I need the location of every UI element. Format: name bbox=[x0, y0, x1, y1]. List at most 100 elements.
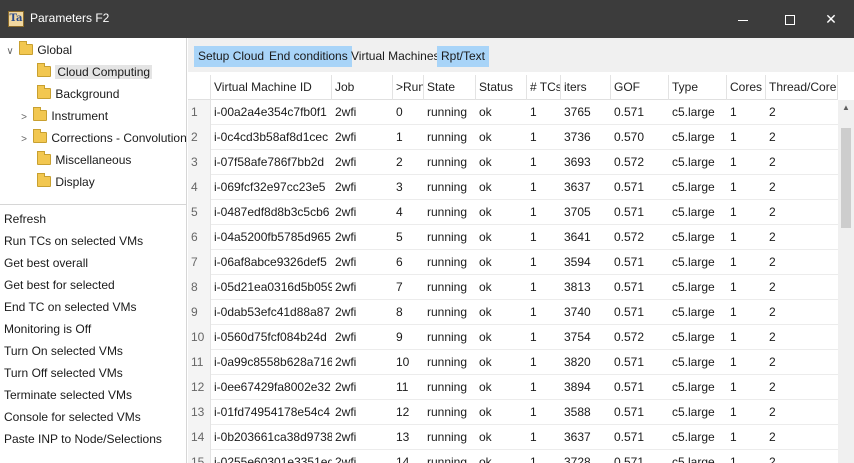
maximize-button[interactable] bbox=[767, 0, 813, 38]
tree-node-corrections[interactable]: > Corrections - Convolution bbox=[18, 128, 187, 148]
column-header-run[interactable]: >Run # bbox=[393, 75, 424, 100]
row-number[interactable]: 7 bbox=[188, 250, 211, 275]
folder-icon bbox=[37, 63, 52, 77]
status-cell: ok bbox=[479, 355, 492, 369]
chevron-down-icon[interactable]: ∨ bbox=[4, 42, 16, 62]
table-row[interactable]: 7 i-06af8abce9326def5 2wfi 6 running ok 1 3594 0… bbox=[188, 250, 838, 275]
tree-node-global[interactable]: ∨ Global bbox=[4, 40, 72, 60]
status-cell: ok bbox=[479, 455, 492, 463]
row-number[interactable]: 3 bbox=[188, 150, 211, 175]
tree-node-label: Instrument bbox=[51, 109, 109, 123]
column-header-rownum[interactable] bbox=[188, 75, 211, 100]
tree-node-instrument[interactable]: > Instrument bbox=[18, 106, 108, 126]
table-row[interactable]: 4 i-069fcf32e97cc23e5 2wfi 3 running ok 1 3637 0… bbox=[188, 175, 838, 200]
column-header-job[interactable]: Job bbox=[332, 75, 393, 100]
row-number[interactable]: 10 bbox=[188, 325, 211, 350]
column-header-type[interactable]: Type bbox=[669, 75, 727, 100]
table-row[interactable]: 3 i-07f58afe786f7bb2d 2wfi 2 running ok 1 3693 0… bbox=[188, 150, 838, 175]
tree-node-cloud-computing[interactable]: Cloud Computing bbox=[22, 62, 153, 82]
row-number[interactable]: 13 bbox=[188, 400, 211, 425]
table-row[interactable]: 6 i-04a5200fb5785d965 2wfi 5 running ok 1 3641 0… bbox=[188, 225, 838, 250]
row-number[interactable]: 2 bbox=[188, 125, 211, 150]
vm-id-cell: i-0255e60301e3351ed bbox=[214, 455, 332, 463]
gof-cell: 0.570 bbox=[614, 130, 645, 144]
gof-cell: 0.571 bbox=[614, 105, 645, 119]
column-header-thread-core[interactable]: Thread/Core bbox=[766, 75, 838, 100]
row-number[interactable]: 15 bbox=[188, 450, 211, 463]
row-number[interactable]: 1 bbox=[188, 100, 211, 125]
close-button[interactable]: ✕ bbox=[808, 0, 854, 38]
scroll-thumb[interactable] bbox=[841, 128, 851, 228]
action-get-best-selected[interactable]: Get best for selected bbox=[0, 274, 187, 296]
action-paste-inp[interactable]: Paste INP to Node/Selections bbox=[0, 428, 187, 450]
cores-cell: 1 bbox=[730, 305, 737, 319]
tcs-cell: 1 bbox=[530, 405, 537, 419]
column-header-tcs[interactable]: # TCs bbox=[527, 75, 561, 100]
type-cell: c5.large bbox=[672, 305, 715, 319]
table-row[interactable]: 12 i-0ee67429fa8002e32 2wfi 11 running ok 1 389… bbox=[188, 375, 838, 400]
state-cell: running bbox=[427, 280, 468, 294]
table-row[interactable]: 13 i-01fd74954178e54c4 2wfi 12 running ok 1 358… bbox=[188, 400, 838, 425]
action-monitoring-toggle[interactable]: Monitoring is Off bbox=[0, 318, 187, 340]
table-row[interactable]: 9 i-0dab53efc41d88a87 2wfi 8 running ok 1 3740 0… bbox=[188, 300, 838, 325]
chevron-right-icon[interactable]: > bbox=[18, 108, 30, 128]
state-cell: running bbox=[427, 405, 468, 419]
thread-core-cell: 2 bbox=[769, 230, 776, 244]
panel-divider[interactable] bbox=[0, 204, 187, 205]
column-header-gof[interactable]: GOF bbox=[611, 75, 669, 100]
vertical-scrollbar[interactable]: ▲ bbox=[838, 100, 854, 463]
chevron-right-icon[interactable]: > bbox=[18, 130, 30, 150]
action-terminate[interactable]: Terminate selected VMs bbox=[0, 384, 187, 406]
tab-virtual-machines[interactable]: Virtual Machines bbox=[347, 46, 444, 67]
thread-core-cell: 2 bbox=[769, 280, 776, 294]
minimize-button[interactable] bbox=[720, 0, 766, 38]
state-cell: running bbox=[427, 330, 468, 344]
tree-node-label: Cloud Computing bbox=[55, 65, 153, 79]
iters-cell: 3637 bbox=[564, 430, 591, 444]
gof-cell: 0.571 bbox=[614, 430, 645, 444]
row-number[interactable]: 12 bbox=[188, 375, 211, 400]
row-number[interactable]: 9 bbox=[188, 300, 211, 325]
column-header-status[interactable]: Status bbox=[476, 75, 527, 100]
action-end-tc[interactable]: End TC on selected VMs bbox=[0, 296, 187, 318]
action-refresh[interactable]: Refresh bbox=[0, 208, 187, 230]
table-row[interactable]: 10 i-0560d75fcf084b24d 2wfi 9 running ok 1 3754… bbox=[188, 325, 838, 350]
column-header-vm-id[interactable]: Virtual Machine ID bbox=[211, 75, 332, 100]
table-row[interactable]: 1 i-00a2a4e354c7fb0f1 2wfi 0 running ok 1 3765 0… bbox=[188, 100, 838, 125]
status-cell: ok bbox=[479, 380, 492, 394]
iters-cell: 3765 bbox=[564, 105, 591, 119]
thread-core-cell: 2 bbox=[769, 405, 776, 419]
table-row[interactable]: 5 i-0487edf8d8b3c5cb6 2wfi 4 running ok 1 3705 0… bbox=[188, 200, 838, 225]
action-get-best-overall[interactable]: Get best overall bbox=[0, 252, 187, 274]
row-number[interactable]: 14 bbox=[188, 425, 211, 450]
action-console[interactable]: Console for selected VMs bbox=[0, 406, 187, 428]
table-row[interactable]: 2 i-0c4cd3b58af8d1cec 2wfi 1 running ok 1 3736 0… bbox=[188, 125, 838, 150]
tab-setup-cloud[interactable]: Setup Cloud bbox=[194, 46, 269, 67]
tab-rpt-text[interactable]: Rpt/Text bbox=[437, 46, 490, 67]
gof-cell: 0.571 bbox=[614, 455, 645, 463]
table-row[interactable]: 11 i-0a99c8558b628a716 2wfi 10 running ok 1 382… bbox=[188, 350, 838, 375]
column-header-state[interactable]: State bbox=[424, 75, 476, 100]
column-header-cores[interactable]: Cores bbox=[727, 75, 766, 100]
column-header-iters[interactable]: iters bbox=[561, 75, 611, 100]
status-cell: ok bbox=[479, 230, 492, 244]
scroll-up-icon[interactable]: ▲ bbox=[838, 100, 854, 116]
tree-node-background[interactable]: Background bbox=[22, 84, 119, 104]
row-number[interactable]: 6 bbox=[188, 225, 211, 250]
row-number[interactable]: 5 bbox=[188, 200, 211, 225]
row-number[interactable]: 4 bbox=[188, 175, 211, 200]
row-number[interactable]: 11 bbox=[188, 350, 211, 375]
tab-end-conditions[interactable]: End conditions bbox=[265, 46, 352, 67]
action-run-tcs[interactable]: Run TCs on selected VMs bbox=[0, 230, 187, 252]
job-cell: 2wfi bbox=[335, 105, 357, 119]
table-row[interactable]: 14 i-0b203661ca38d9738 2wfi 13 running ok 1 363… bbox=[188, 425, 838, 450]
tree-node-miscellaneous[interactable]: Miscellaneous bbox=[22, 150, 131, 170]
table-row[interactable]: 15 i-0255e60301e3351ed 2wfi 14 running ok 1 372… bbox=[188, 450, 838, 463]
table-row[interactable]: 8 i-05d21ea0316d5b059 2wfi 7 running ok 1 3813 0… bbox=[188, 275, 838, 300]
action-turn-off[interactable]: Turn Off selected VMs bbox=[0, 362, 187, 384]
action-turn-on[interactable]: Turn On selected VMs bbox=[0, 340, 187, 362]
run-cell: 0 bbox=[396, 105, 403, 119]
row-number[interactable]: 8 bbox=[188, 275, 211, 300]
tree-node-label: Background bbox=[55, 87, 120, 101]
tree-node-display[interactable]: Display bbox=[22, 172, 95, 192]
